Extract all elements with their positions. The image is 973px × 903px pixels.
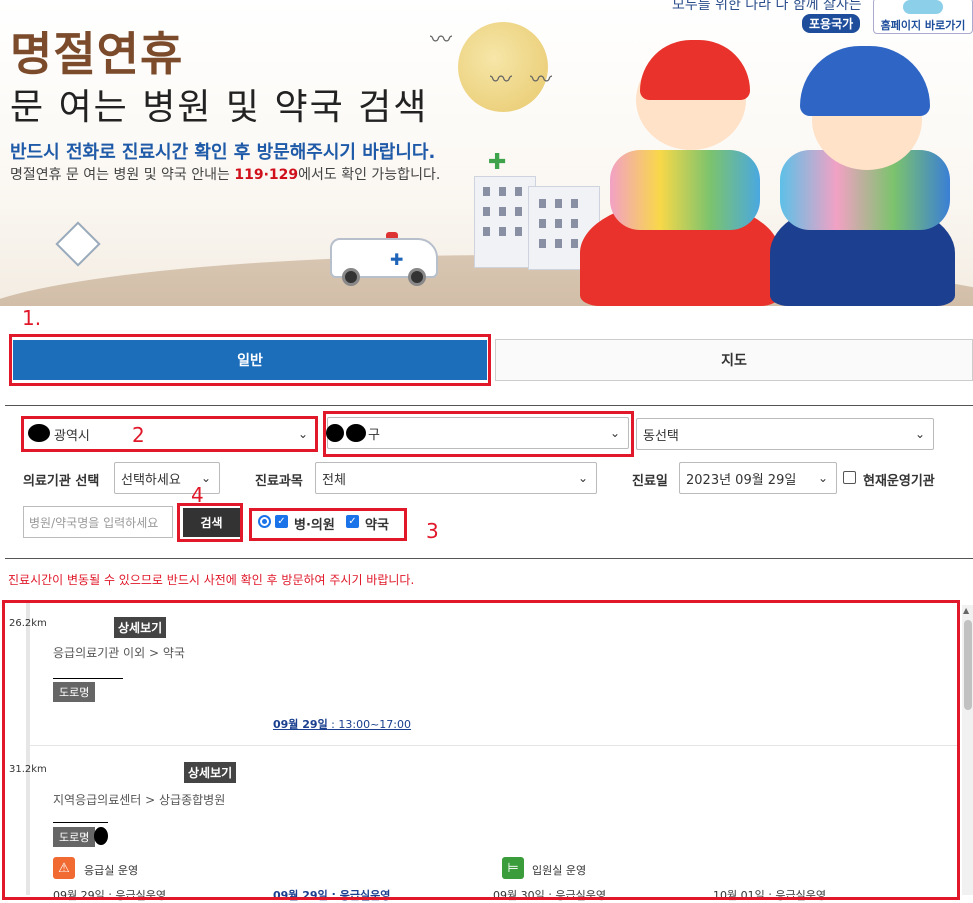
inclusive-nation-badge: 포용국가 [802,14,861,33]
annotation-box-3 [249,508,407,541]
annotation-label-2: 2 [132,423,145,447]
banner-title: 명절연휴 [10,27,184,81]
date-value: 2023년 09월 29일 [686,472,797,488]
chevron-down-icon: ⌄ [577,471,588,485]
open-now-label: 현재운영기관 [863,474,935,489]
scroll-up-icon[interactable]: ▲ [963,606,969,615]
kite-icon [55,221,101,267]
institution-type-select[interactable]: 선택하세요 ⌄ [114,462,220,494]
annotation-box-2b [323,411,634,457]
search-input[interactable]: 병원/약국명을 입력하세요 [23,506,173,538]
department-select[interactable]: 전체 ⌄ [315,462,597,494]
open-now-checkbox[interactable] [843,471,856,484]
annotation-box-4 [177,503,243,542]
date-label: 진료일 [632,474,668,489]
institution-type-label: 의료기관 선택 [23,474,100,489]
annotation-label-3: 3 [426,519,439,543]
annotation-box-results [2,600,960,900]
search-placeholder: 병원/약국명을 입력하세요 [29,515,159,530]
department-value: 전체 [322,472,346,488]
dong-select-value: 동선택 [643,428,679,444]
divider [5,558,973,559]
divider [5,405,973,406]
annotation-label-1: 1. [22,306,42,330]
medical-cross-icon: ✚ [488,150,507,175]
chevron-down-icon: ⌄ [914,427,925,441]
annotation-box-1 [9,334,491,386]
department-label: 진료과목 [255,474,303,489]
banner-call-notice: 반드시 전화로 진료시간 확인 후 방문해주시기 바랍니다. [10,142,436,163]
government-slogan: 모두를 위한 나라 다 함께 잘사는 [672,0,862,13]
tab-map[interactable]: 지도 [495,339,973,381]
chevron-down-icon: ⌄ [817,471,828,485]
hospital-building-icon [474,176,536,268]
annotation-label-4: 4 [191,483,204,507]
crane-icon: 〰 [530,68,553,93]
annotation-box-2 [21,416,318,452]
banner-subtitle: 문 여는 병원 및 약국 검색 [10,87,429,128]
date-select[interactable]: 2023년 09월 29일 ⌄ [679,462,837,494]
phone-numbers: 119·129 [234,167,299,183]
banner-phone-notice: 명절연휴 문 여는 병원 및 약국 안내는 119·129에서도 확인 가능합니… [10,164,440,184]
phone-notice-post: 에서도 확인 가능합니다. [298,167,441,183]
institution-type-value: 선택하세요 [121,472,181,488]
ambulance-icon: ✚ [330,232,438,286]
phone-notice-pre: 명절연휴 문 여는 병원 및 약국 안내는 [10,167,235,183]
gov-logo-icon [903,0,943,14]
hero-banner: 〰 〰 〰 명절연휴 문 여는 병원 및 약국 검색 반드시 전화로 진료시간 … [0,0,973,306]
scrollbar-thumb[interactable] [964,620,972,710]
visit-notice: 진료시간이 변동될 수 있으므로 반드시 사전에 확인 후 방문하여 주시기 바… [8,573,415,587]
dong-select[interactable]: 동선택 ⌄ [636,418,934,450]
crane-icon: 〰 [430,28,453,53]
crane-icon: 〰 [490,68,513,93]
